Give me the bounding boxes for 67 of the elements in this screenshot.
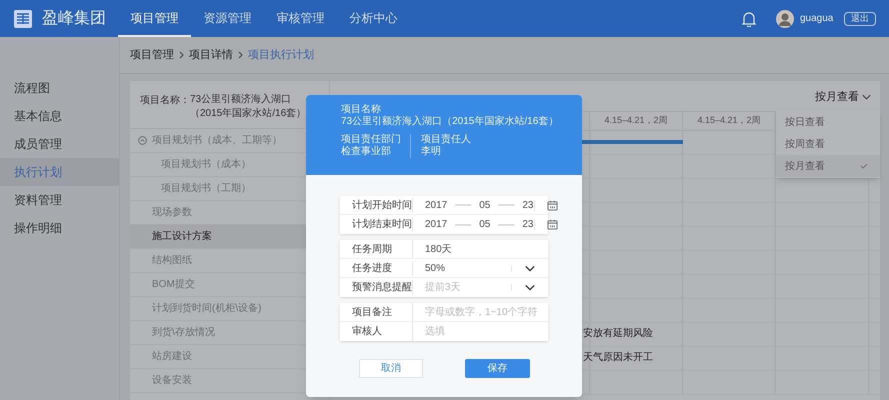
dept-value: 检查事业部 bbox=[341, 146, 392, 158]
calendar-icon[interactable] bbox=[547, 200, 558, 210]
dept-label: 项目责任部门 bbox=[341, 134, 401, 146]
project-label: 项目名称： bbox=[140, 94, 190, 108]
save-button[interactable]: 保存 bbox=[465, 359, 530, 378]
field-label: 任务周期 bbox=[351, 242, 393, 256]
field-label: 预警消息提醒 bbox=[351, 280, 412, 295]
owner-value: 李明 bbox=[421, 146, 442, 158]
field-label: 计划开始时间 bbox=[351, 198, 412, 212]
nav-tab[interactable]: 分析中心 bbox=[337, 0, 410, 37]
field-label: 项目备注 bbox=[351, 306, 393, 320]
breadcrumb-link[interactable]: 项目管理 bbox=[130, 46, 174, 64]
date-separator: —— bbox=[498, 199, 514, 211]
year-value: 2017 bbox=[425, 198, 448, 212]
day-value: 23 bbox=[522, 198, 534, 212]
user-name: guagua bbox=[800, 12, 834, 26]
month-value: 05 bbox=[479, 198, 490, 212]
sidebar-item[interactable]: 成员管理 bbox=[0, 130, 119, 158]
day-value: 23 bbox=[522, 218, 534, 232]
logo-text: 盈峰集团 bbox=[42, 8, 107, 28]
view-dropdown[interactable]: 按月查看 bbox=[815, 88, 871, 106]
text-field[interactable]: 180天 bbox=[412, 240, 548, 258]
text-field[interactable]: 选填 bbox=[412, 322, 548, 341]
chevron-right-icon bbox=[238, 51, 243, 59]
text-field[interactable]: 字母或数字，1~10个字符 bbox=[412, 303, 548, 321]
chevron-down-icon bbox=[862, 94, 871, 100]
date-separator: —— bbox=[498, 218, 514, 230]
calendar-icon[interactable] bbox=[547, 219, 558, 230]
gantt-note: 安放有延期风险 bbox=[583, 329, 653, 339]
year-value: 2017 bbox=[425, 218, 448, 232]
sidebar-item[interactable]: 操作明细 bbox=[0, 214, 119, 242]
week-header: 4.15–4.21，2周 bbox=[590, 112, 683, 130]
menu-item[interactable]: 按周查看 bbox=[776, 133, 880, 155]
gantt-note: 天气原因未开工 bbox=[583, 353, 653, 363]
date-field[interactable]: 2017 —— 05 —— 23 bbox=[412, 196, 570, 214]
cancel-button[interactable]: 取消 bbox=[359, 359, 423, 378]
nav-tab[interactable]: 资源管理 bbox=[191, 0, 264, 37]
breadcrumb-link[interactable]: 项目详情 bbox=[189, 46, 233, 64]
date-field[interactable]: 2017 —— 05 —— 23 bbox=[412, 215, 570, 234]
project-name: 73公里引额济海入湖口（2015年国家水站/16套） bbox=[341, 116, 560, 128]
owner-label: 项目责任人 bbox=[421, 134, 471, 146]
project-name: 73公里引额济海入湖口（2015年国家水站/16套） bbox=[190, 93, 308, 121]
nav-tab[interactable]: 审核管理 bbox=[264, 0, 337, 37]
logo-icon bbox=[14, 10, 32, 28]
select-field[interactable]: 提前3天 bbox=[412, 278, 548, 297]
chevron-down-icon bbox=[525, 284, 535, 291]
chevron-right-icon bbox=[179, 51, 184, 59]
chevron-down-icon bbox=[525, 264, 535, 272]
select-field[interactable]: 50% bbox=[412, 259, 548, 277]
menu-item[interactable]: 按日查看 bbox=[776, 111, 880, 133]
check-icon bbox=[860, 163, 868, 169]
sidebar-item[interactable]: 流程图 bbox=[0, 74, 119, 102]
date-separator: —— bbox=[455, 199, 472, 211]
collapse-icon[interactable] bbox=[138, 136, 147, 145]
field-label: 计划结束时间 bbox=[351, 218, 412, 232]
menu-item[interactable]: 按月查看 bbox=[776, 155, 880, 177]
sidebar-item[interactable]: 基本信息 bbox=[0, 102, 119, 130]
month-value: 05 bbox=[479, 218, 490, 232]
field-label: 审核人 bbox=[351, 324, 383, 339]
name-label: 项目名称 bbox=[341, 104, 382, 116]
logout-button[interactable]: 退出 bbox=[844, 12, 876, 26]
avatar[interactable] bbox=[776, 10, 794, 28]
field-label: 任务进度 bbox=[351, 262, 393, 276]
sidebar-item[interactable]: 资料管理 bbox=[0, 186, 119, 214]
sidebar-item[interactable]: 执行计划 bbox=[0, 158, 119, 186]
bell-icon[interactable] bbox=[742, 10, 756, 26]
date-separator: —— bbox=[455, 218, 472, 230]
